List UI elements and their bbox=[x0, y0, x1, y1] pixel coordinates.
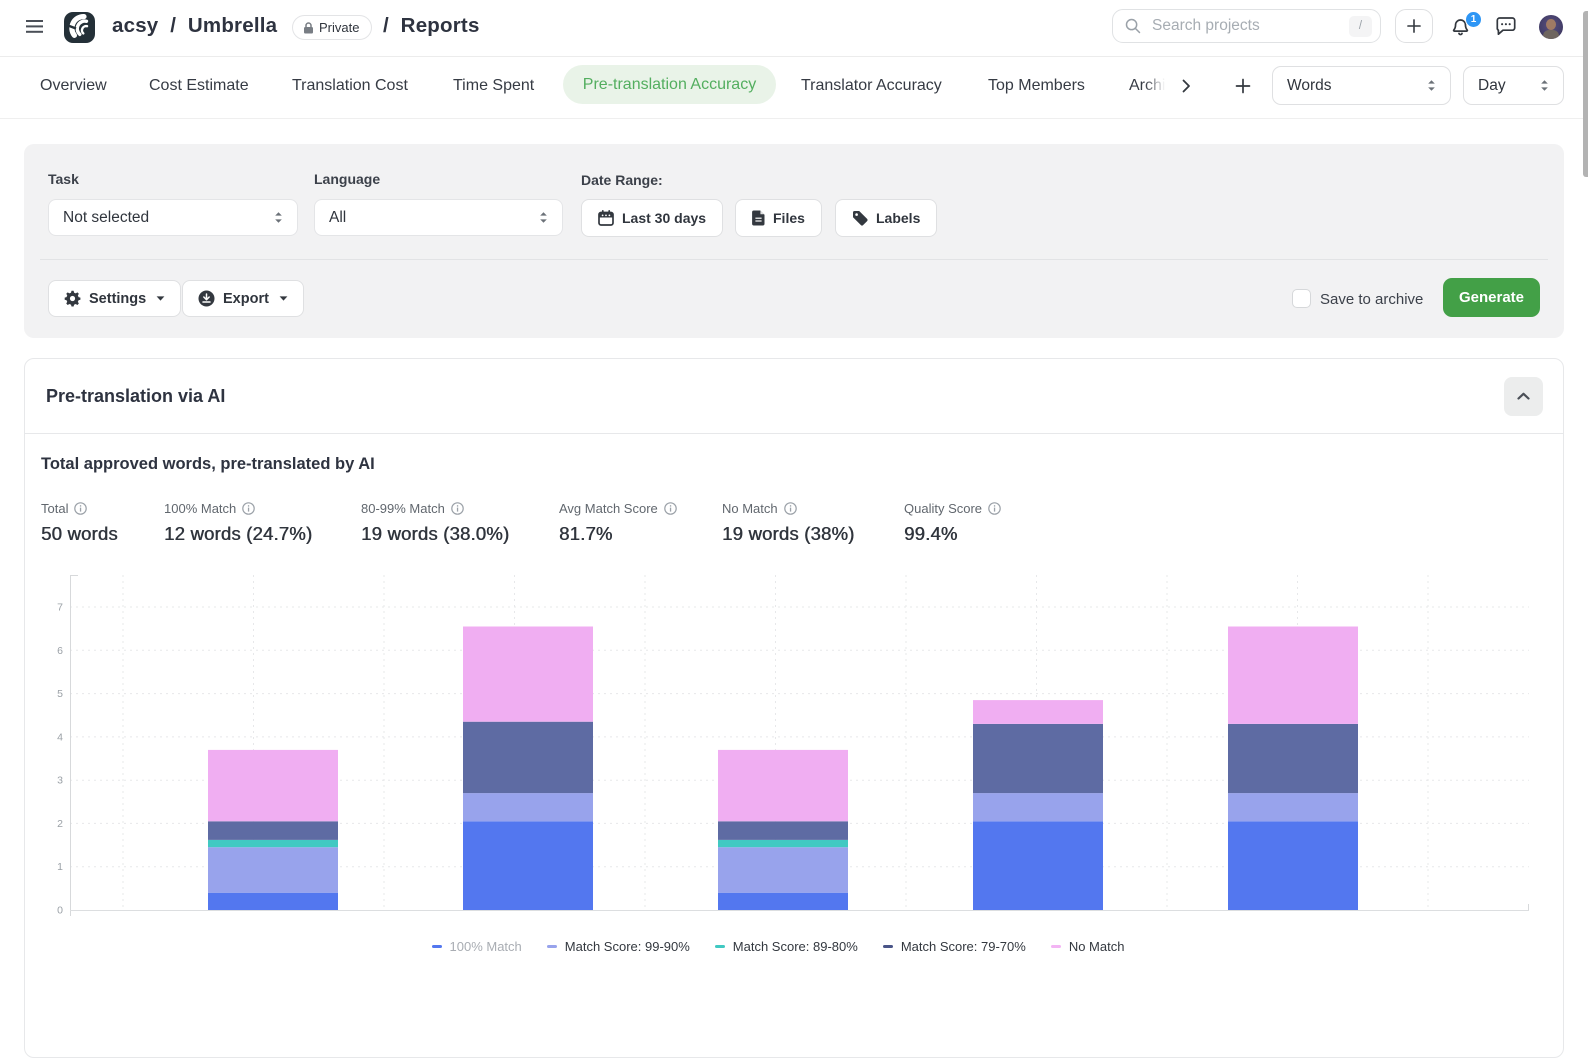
svg-text:0: 0 bbox=[57, 905, 63, 917]
svg-text:3: 3 bbox=[57, 775, 63, 787]
svg-text:2: 2 bbox=[57, 818, 63, 830]
svg-text:4: 4 bbox=[57, 731, 63, 743]
svg-text:6: 6 bbox=[57, 645, 63, 657]
svg-text:7: 7 bbox=[57, 602, 63, 614]
svg-text:1: 1 bbox=[57, 861, 63, 873]
svg-text:5: 5 bbox=[57, 688, 63, 700]
